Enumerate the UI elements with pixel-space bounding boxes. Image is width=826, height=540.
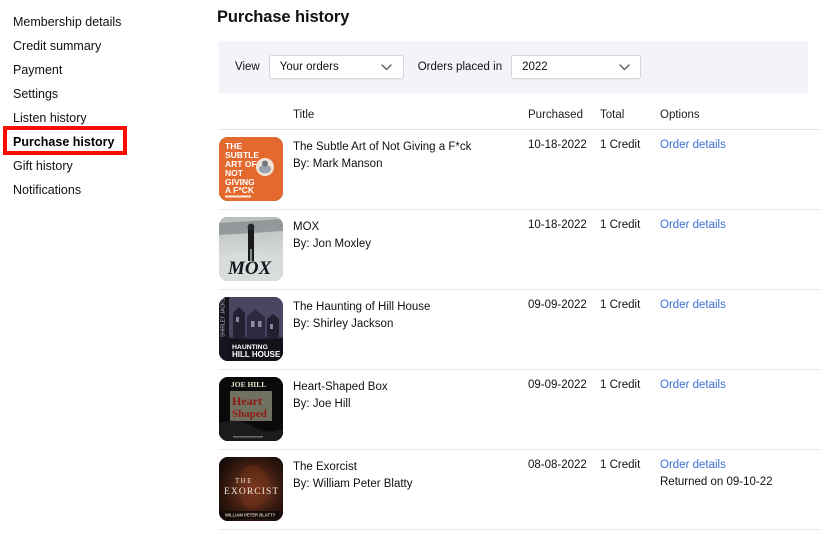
- book-cover-image[interactable]: JOE HILLHeartShapedBox: [219, 377, 283, 441]
- sidebar-item-label: Purchase history: [13, 135, 115, 149]
- table-row: SHIRLEY JACKSON HAUNTING HILL HOUSE The Hau…: [219, 290, 820, 370]
- book-title: The Subtle Art of Not Giving a F*ck: [293, 141, 472, 153]
- purchased-date: 09-09-2022: [528, 379, 587, 391]
- page-title: Purchase history: [217, 8, 350, 26]
- table-row: THE SUBTLE ART OF NOT GIVING A F*CK The Subtle…: [219, 130, 820, 210]
- total-value: 1 Credit: [600, 139, 641, 151]
- sidebar-item-credit-summary[interactable]: Credit summary: [0, 34, 200, 58]
- purchase-history-page: Membership details Credit summary Payment S…: [0, 0, 826, 540]
- book-author: By: Mark Manson: [293, 157, 383, 170]
- title-cell: The Exorcist By: William Peter Blatty: [293, 457, 528, 492]
- svg-text:EXORCIST: EXORCIST: [224, 487, 279, 497]
- order-details-link[interactable]: Order details: [660, 457, 820, 471]
- total-value: 1 Credit: [600, 299, 641, 311]
- purchased-date: 10-18-2022: [528, 139, 587, 151]
- book-title: The Exorcist: [293, 461, 357, 473]
- order-details-link[interactable]: Order details: [660, 137, 820, 151]
- header-total: Total: [600, 108, 625, 121]
- cover-cell: JOE HILLHeartShapedBox: [219, 377, 293, 441]
- sidebar-item-settings[interactable]: Settings: [0, 82, 200, 106]
- svg-text:SHIRLEY JACKSON: SHIRLEY JACKSON: [221, 297, 227, 337]
- order-details-link[interactable]: Order details: [660, 217, 820, 231]
- sidebar-item-purchase-history[interactable]: Purchase history: [0, 130, 200, 154]
- svg-text:MOX: MOX: [227, 258, 273, 279]
- header-options: Options: [660, 108, 700, 121]
- sidebar-item-label: Payment: [13, 63, 63, 77]
- header-purchased: Purchased: [528, 108, 583, 121]
- svg-text:THE: THE: [235, 477, 253, 485]
- title-cell: MOX By: Jon Moxley: [293, 217, 528, 252]
- svg-text:HILL HOUSE: HILL HOUSE: [232, 350, 281, 359]
- svg-text:WILLIAM PETER BLATTY: WILLIAM PETER BLATTY: [225, 513, 276, 518]
- total-value: 1 Credit: [600, 459, 641, 471]
- svg-text:A F*CK: A F*CK: [225, 185, 255, 195]
- book-cover-image[interactable]: MOX: [219, 217, 283, 281]
- book-cover-image[interactable]: THE EXORCIST WILLIAM PETER BLATTY: [219, 457, 283, 521]
- options-cell: Order details: [660, 217, 820, 231]
- total-value: 1 Credit: [600, 379, 641, 391]
- purchased-date: 09-09-2022: [528, 299, 587, 311]
- filter-bar: View Your orders Orders placed in 2022: [219, 41, 808, 93]
- options-cell: Order details: [660, 297, 820, 311]
- cover-cell: THE EXORCIST WILLIAM PETER BLATTY: [219, 457, 293, 521]
- year-filter-label: Orders placed in: [417, 61, 503, 73]
- book-title: MOX: [293, 221, 320, 233]
- table-row: JOE HILLHeartShapedBoxHeart-Shaped BoxBy…: [219, 370, 820, 450]
- sidebar-item-label: Gift history: [13, 159, 73, 173]
- sidebar-item-gift-history[interactable]: Gift history: [0, 154, 200, 178]
- purchase-history-table: Title Purchased Total Options THE SUBTLE A…: [219, 100, 820, 530]
- table-row: MOX MOX By: Jon Moxley 10-18-2022 1 Credit Or…: [219, 210, 820, 290]
- view-select-value: Your orders: [279, 61, 339, 73]
- svg-text:JOE HILL: JOE HILL: [231, 380, 266, 389]
- title-cell: Heart-Shaped Box By: Joe Hill: [293, 377, 528, 412]
- book-cover-image[interactable]: THE SUBTLE ART OF NOT GIVING A F*CK: [219, 137, 283, 201]
- svg-text:Shaped: Shaped: [232, 408, 267, 420]
- sidebar-item-label: Listen history: [13, 111, 87, 125]
- book-author: By: Shirley Jackson: [293, 317, 394, 330]
- year-select[interactable]: 2022: [511, 55, 642, 79]
- title-cell: The Haunting of Hill House By: Shirley Ja…: [293, 297, 528, 332]
- title-cell: The Subtle Art of Not Giving a F*ck By: M…: [293, 137, 528, 172]
- sidebar-item-listen-history[interactable]: Listen history: [0, 106, 200, 130]
- sidebar-item-label: Membership details: [13, 15, 122, 29]
- cover-cell: SHIRLEY JACKSON HAUNTING HILL HOUSE: [219, 297, 293, 361]
- purchased-date: 08-08-2022: [528, 459, 587, 471]
- options-cell: Order details Returned on 09-10-22: [660, 457, 820, 488]
- chevron-down-icon: [615, 63, 633, 71]
- main-content: Purchase history View Your orders Orders…: [213, 0, 826, 540]
- sidebar-item-label: Credit summary: [13, 39, 102, 53]
- book-cover-image[interactable]: SHIRLEY JACKSON HAUNTING HILL HOUSE: [219, 297, 283, 361]
- account-sidebar: Membership details Credit summary Payment S…: [0, 0, 200, 540]
- view-select[interactable]: Your orders: [268, 55, 404, 79]
- sidebar-item-payment[interactable]: Payment: [0, 58, 200, 82]
- book-author: By: William Peter Blatty: [293, 477, 413, 490]
- returned-status: Returned on 09-10-22: [660, 476, 773, 488]
- purchased-date: 10-18-2022: [528, 219, 587, 231]
- order-details-link[interactable]: Order details: [660, 377, 820, 391]
- table-header-row: Title Purchased Total Options: [219, 100, 820, 130]
- book-title: The Haunting of Hill House: [293, 301, 431, 313]
- order-details-link[interactable]: Order details: [660, 297, 820, 311]
- view-filter-label: View: [235, 61, 260, 73]
- year-select-value: 2022: [522, 61, 548, 73]
- options-cell: Order details: [660, 137, 820, 151]
- options-cell: Order details: [660, 377, 820, 391]
- sidebar-item-label: Settings: [13, 87, 59, 101]
- cover-cell: THE SUBTLE ART OF NOT GIVING A F*CK: [219, 137, 293, 201]
- book-title: Heart-Shaped Box: [293, 381, 388, 393]
- sidebar-item-notifications[interactable]: Notifications: [0, 178, 200, 202]
- svg-text:Heart: Heart: [232, 394, 262, 408]
- total-value: 1 Credit: [600, 219, 641, 231]
- cover-cell: MOX: [219, 217, 293, 281]
- book-author: By: Jon Moxley: [293, 237, 371, 250]
- book-author: By: Joe Hill: [293, 397, 351, 410]
- table-row: THE EXORCIST WILLIAM PETER BLATTY The Exorc…: [219, 450, 820, 530]
- sidebar-item-membership-details[interactable]: Membership details: [0, 10, 200, 34]
- header-title: Title: [293, 108, 315, 121]
- chevron-down-icon: [378, 63, 396, 71]
- sidebar-item-label: Notifications: [13, 183, 82, 197]
